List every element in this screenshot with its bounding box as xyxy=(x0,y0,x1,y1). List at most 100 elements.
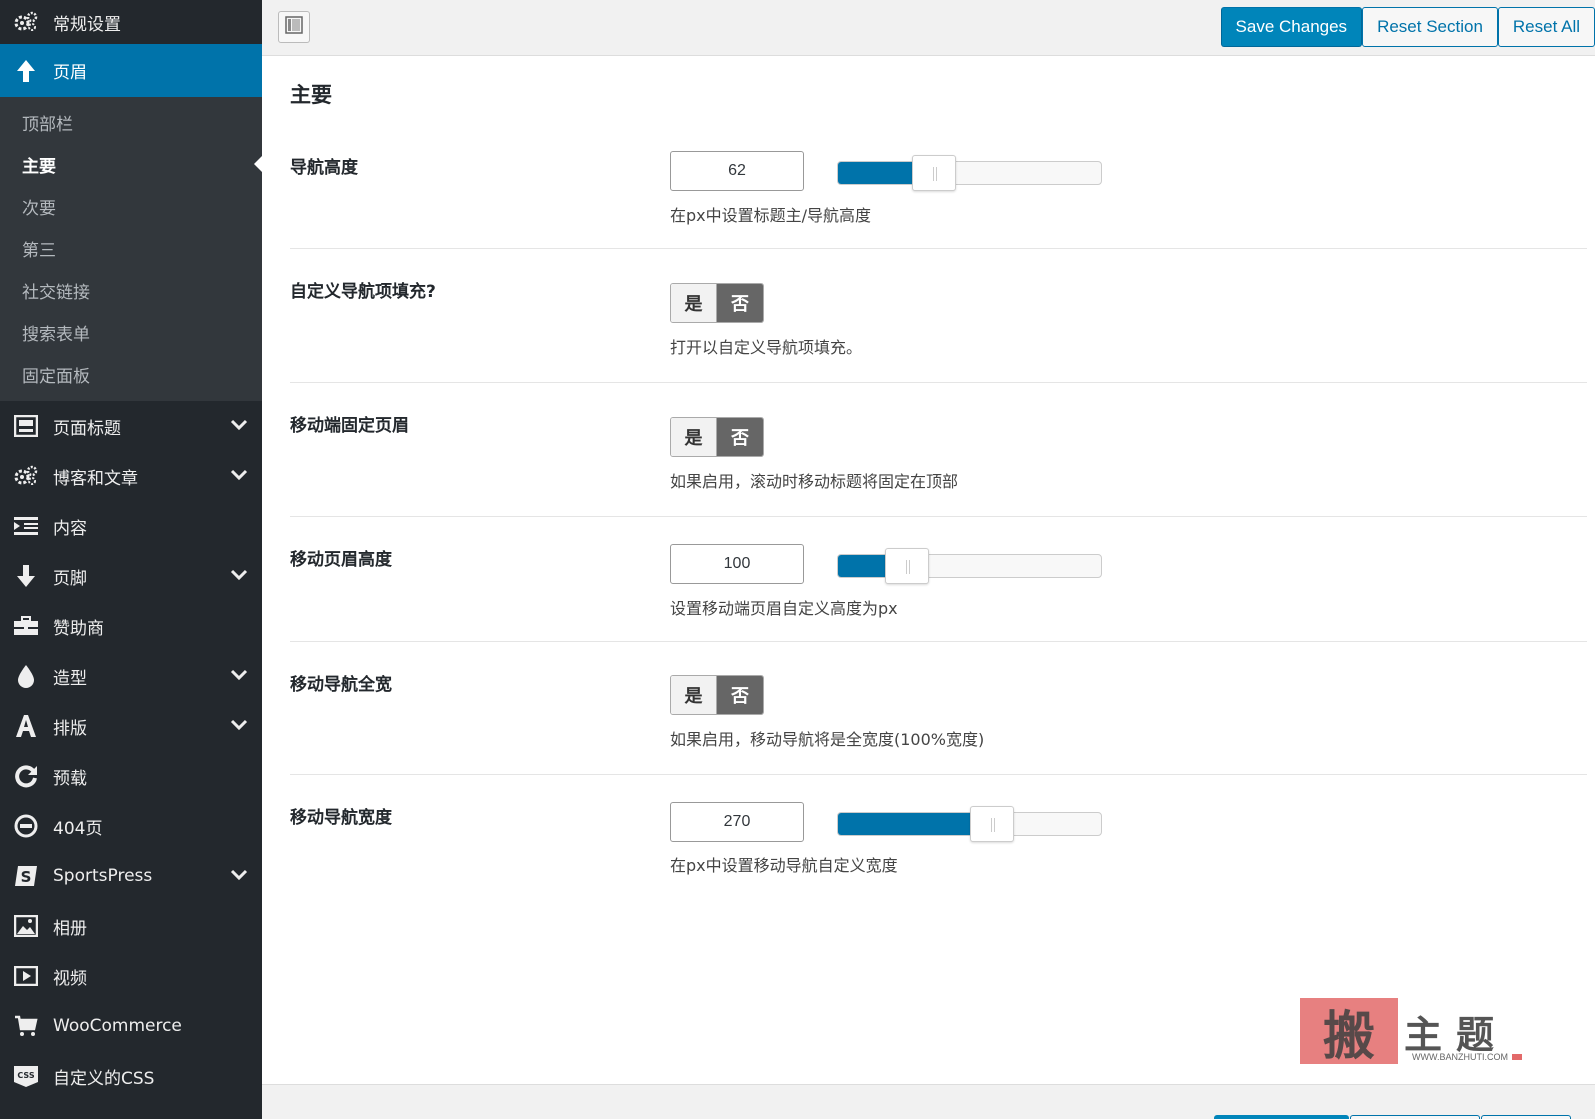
nav-height-slider[interactable] xyxy=(837,155,1102,191)
sidebar-item-404[interactable]: 404页 xyxy=(0,801,262,851)
submenu-item-social[interactable]: 社交链接 xyxy=(0,269,262,311)
admin-sidebar: 常规设置 页眉 顶部栏 主要 次要 第三 社交链接 搜索表单 固定面板 页面标题… xyxy=(0,0,262,1119)
slider-handle[interactable] xyxy=(912,155,956,191)
bottom-reset-all-button[interactable] xyxy=(1481,1115,1571,1119)
sidebar-item-page-title[interactable]: 页面标题 xyxy=(0,401,262,451)
sidebar-item-label: 预载 xyxy=(53,768,87,789)
page-title-icon xyxy=(13,413,39,439)
mobile-header-height-slider[interactable] xyxy=(837,548,1102,584)
sidebar-item-woocommerce[interactable]: WooCommerce xyxy=(0,1001,262,1051)
svg-text:S: S xyxy=(21,868,32,886)
sidebar-item-header[interactable]: 页眉 xyxy=(0,44,262,97)
sidebar-item-label: 页面标题 xyxy=(53,418,121,439)
field-description: 如果启用，滚动时移动标题将固定在顶部 xyxy=(670,472,959,491)
sidebar-item-label: 常规设置 xyxy=(53,14,121,35)
field-label: 移动导航全宽 xyxy=(290,675,392,695)
chevron-down-icon xyxy=(230,866,248,886)
field-description: 在px中设置移动导航自定义宽度 xyxy=(670,856,898,875)
field-label: 移动端固定页眉 xyxy=(290,416,409,436)
sidebar-item-typography[interactable]: 排版 xyxy=(0,701,262,751)
sidebar-item-styling[interactable]: 造型 xyxy=(0,651,262,701)
sidebar-item-label: 页眉 xyxy=(53,63,87,83)
field-label: 自定义导航项填充? xyxy=(290,282,436,302)
gears-icon xyxy=(13,9,39,35)
sidebar-item-sponsors[interactable]: 赞助商 xyxy=(0,601,262,651)
sidebar-item-preload[interactable]: 预载 xyxy=(0,751,262,801)
section-title: 主要 xyxy=(290,83,332,107)
switch-on[interactable]: 是 xyxy=(671,418,717,456)
expand-options-button[interactable] xyxy=(278,11,310,43)
field-description: 在px中设置标题主/导航高度 xyxy=(670,206,872,225)
switch-off[interactable]: 否 xyxy=(717,284,763,322)
arrow-down-icon xyxy=(13,563,39,589)
drop-icon xyxy=(13,663,39,689)
options-toolbar: Save Changes Reset Section Reset All xyxy=(262,0,1595,56)
chevron-down-icon xyxy=(230,416,248,436)
sidebar-item-label: 赞助商 xyxy=(53,618,104,639)
reset-all-button[interactable]: Reset All xyxy=(1497,7,1595,47)
options-panel: 主要 导航高度 62 在px中设置标题主/导航高度 自定义导航项填充? 是 否 … xyxy=(262,57,1595,1119)
switch-off[interactable]: 否 xyxy=(717,418,763,456)
nav-height-input[interactable]: 62 xyxy=(670,151,804,191)
field-mobile-header-height: 移动页眉高度 100 设置移动端页眉自定义高度为px xyxy=(290,517,1587,642)
bottom-save-button[interactable] xyxy=(1214,1115,1349,1119)
submenu-item-sticky[interactable]: 固定面板 xyxy=(0,353,262,395)
bottom-toolbar xyxy=(262,1084,1595,1119)
field-label: 移动导航宽度 xyxy=(290,808,392,828)
mobile-header-height-input[interactable]: 100 xyxy=(670,544,804,584)
submenu-item-search[interactable]: 搜索表单 xyxy=(0,311,262,353)
sportspress-icon: S xyxy=(13,863,39,889)
slider-handle[interactable] xyxy=(885,548,929,584)
switch-on[interactable]: 是 xyxy=(671,284,717,322)
slider-fill xyxy=(838,162,912,184)
bottom-reset-section-button[interactable] xyxy=(1350,1115,1480,1119)
gears-icon xyxy=(13,463,39,489)
sidebar-item-general[interactable]: 常规设置 xyxy=(0,0,262,44)
submenu-item-secondary[interactable]: 次要 xyxy=(0,185,262,227)
save-changes-button[interactable]: Save Changes xyxy=(1220,7,1363,47)
custom-nav-padding-switch[interactable]: 是 否 xyxy=(670,283,764,323)
field-description: 如果启用，移动导航将是全宽度(100%宽度) xyxy=(670,730,985,749)
mobile-sticky-header-switch[interactable]: 是 否 xyxy=(670,417,764,457)
arrow-up-icon xyxy=(13,58,39,84)
submenu-item-third[interactable]: 第三 xyxy=(0,227,262,269)
watermark-logo: 搬 主题 WWW.BANZHUTI.COM xyxy=(1300,998,1530,1068)
sidebar-item-label: 内容 xyxy=(53,518,87,539)
css-icon: CSS xyxy=(13,1063,39,1089)
sidebar-item-custom-css[interactable]: CSS 自定义的CSS xyxy=(0,1051,262,1101)
field-nav-height: 导航高度 62 在px中设置标题主/导航高度 xyxy=(290,149,1587,249)
sidebar-submenu: 顶部栏 主要 次要 第三 社交链接 搜索表单 固定面板 xyxy=(0,97,262,401)
sidebar-item-footer[interactable]: 页脚 xyxy=(0,551,262,601)
submenu-item-topbar[interactable]: 顶部栏 xyxy=(0,101,262,143)
slider-handle[interactable] xyxy=(970,806,1014,842)
slider-fill xyxy=(838,813,970,835)
mobile-nav-width-input[interactable]: 270 xyxy=(670,802,804,842)
switch-on[interactable]: 是 xyxy=(671,676,717,714)
submenu-item-main[interactable]: 主要 xyxy=(0,143,262,185)
sidebar-item-gallery[interactable]: 相册 xyxy=(0,901,262,951)
mobile-nav-width-slider[interactable] xyxy=(837,806,1102,842)
sidebar-item-content[interactable]: 内容 xyxy=(0,501,262,551)
sidebar-item-sportspress[interactable]: S SportsPress xyxy=(0,851,262,901)
sidebar-item-label: 排版 xyxy=(53,718,87,739)
sidebar-item-video[interactable]: 视频 xyxy=(0,951,262,1001)
sidebar-item-label: 博客和文章 xyxy=(53,468,138,489)
mobile-nav-fullwidth-switch[interactable]: 是 否 xyxy=(670,675,764,715)
chevron-down-icon xyxy=(230,466,248,486)
font-icon xyxy=(13,713,39,739)
watermark-text: 主题 xyxy=(1404,1012,1509,1057)
switch-off[interactable]: 否 xyxy=(717,676,763,714)
chevron-down-icon xyxy=(230,666,248,686)
reset-section-button[interactable]: Reset Section xyxy=(1362,7,1498,47)
svg-text:CSS: CSS xyxy=(17,1071,34,1080)
minus-circle-icon xyxy=(13,813,39,839)
refresh-icon xyxy=(13,763,39,789)
sidebar-item-label: 视频 xyxy=(53,968,87,989)
sidebar-item-label: 相册 xyxy=(53,918,87,939)
sidebar-item-blog[interactable]: 博客和文章 xyxy=(0,451,262,501)
sidebar-item-label: SportsPress xyxy=(53,866,153,886)
watermark-url: WWW.BANZHUTI.COM xyxy=(1412,1052,1522,1062)
field-mobile-sticky-header: 移动端固定页眉 是 否 如果启用，滚动时移动标题将固定在顶部 xyxy=(290,383,1587,517)
chevron-down-icon xyxy=(230,716,248,736)
field-description: 打开以自定义导航项填充。 xyxy=(670,338,863,357)
